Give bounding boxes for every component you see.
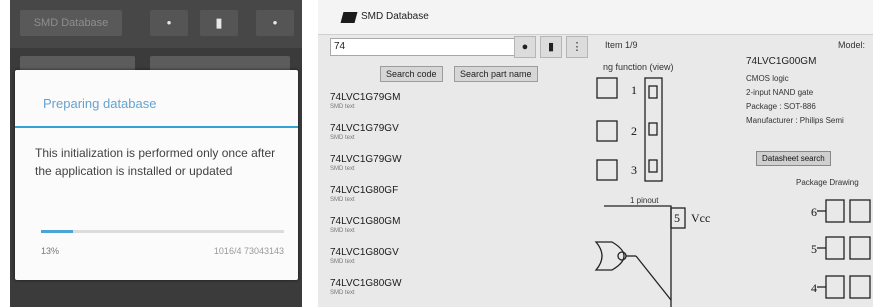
overflow-menu-button[interactable]: •: [256, 10, 294, 36]
search-icon: •: [166, 15, 172, 30]
dialog-message: This initialization is performed only on…: [35, 146, 276, 178]
package-outline-4: [849, 275, 871, 299]
package-pin-4: 4: [811, 281, 817, 295]
phone-screen: SMD Database • ▮ • Preparing database Th…: [10, 0, 302, 307]
progress-bar: [41, 230, 284, 233]
description-line: Manufacturer : Philips Semi: [746, 116, 844, 125]
part-description: CMOS logic 2-input NAND gate Package : S…: [746, 72, 844, 128]
package-pin-5: 5: [811, 242, 817, 256]
package-outline-6: [849, 199, 871, 223]
description-line: 2-input NAND gate: [746, 88, 814, 97]
function-pin-2: 2: [631, 124, 637, 138]
package-drawing-label: Package Drawing: [796, 178, 859, 187]
pin-box-3: [596, 159, 618, 181]
description-line: CMOS logic: [746, 74, 789, 83]
dialog-divider: [15, 126, 298, 128]
nand-bubble: [617, 251, 627, 261]
desktop-window: SMD Database 74 ● ▮ ⋮ Item 1/9 Model: Se…: [318, 0, 873, 307]
package-outline-5: [849, 236, 871, 260]
function-pin-1: 1: [631, 83, 637, 97]
phone-button[interactable]: ▮: [200, 10, 238, 36]
dialog-title: Preparing database: [43, 96, 157, 111]
pin-contact-2: [648, 122, 658, 136]
app-title: SMD Database: [20, 10, 122, 36]
progress-bar-fill: [41, 230, 73, 233]
function-view-title: ng function (view): [603, 62, 674, 72]
gate-output-lead: [635, 255, 672, 301]
vcc-label: Vcc: [691, 211, 710, 225]
wire-vcc: [604, 205, 672, 307]
datasheet-search-button[interactable]: Datasheet search: [756, 151, 831, 166]
pinout-label: 1 pinout: [630, 196, 659, 205]
package-pad-4: [825, 275, 845, 299]
function-pin-3: 3: [631, 163, 637, 177]
pin-contact-3: [648, 159, 658, 173]
pin-box-2: [596, 120, 618, 142]
part-title: 74LVC1G00GM: [746, 56, 817, 67]
progress-percent: 13%: [41, 246, 60, 256]
nand-gate-shape: [594, 241, 625, 271]
overflow-menu-icon: •: [272, 15, 278, 30]
progress-count: 1016/4 73043143: [213, 246, 284, 256]
package-pad-5: [825, 236, 845, 260]
vcc-pin-number: 5: [674, 211, 680, 225]
package-pad-6: [825, 199, 845, 223]
phone-icon: ▮: [215, 15, 223, 30]
pin-header: [644, 77, 663, 182]
search-button[interactable]: •: [150, 10, 188, 36]
description-line: Package : SOT-886: [746, 102, 816, 111]
progress-dialog: Preparing database This initialization i…: [15, 70, 298, 280]
package-pin-6: 6: [811, 205, 817, 219]
pin-box-1: [596, 77, 618, 99]
pin-contact-1: [648, 85, 658, 99]
